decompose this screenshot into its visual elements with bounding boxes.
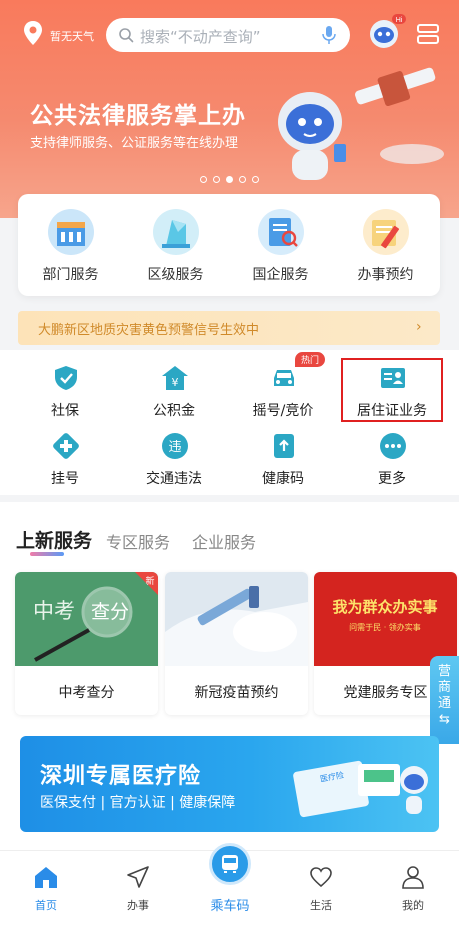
- lottery-bidding-button[interactable]: 摇号/竞价: [233, 364, 333, 428]
- social-security-button[interactable]: 社保: [15, 364, 115, 428]
- appointment-label: 办事预约: [357, 267, 414, 283]
- nav-mine-label: 我的: [402, 899, 424, 912]
- pencil-calendar-icon: [363, 209, 409, 255]
- exam-art-text-2: 查分: [91, 601, 129, 623]
- registration-label: 挂号: [51, 471, 79, 487]
- residence-permit-highlight: [341, 358, 443, 422]
- insurance-title: 深圳专属医疗险: [40, 764, 202, 789]
- shield-check-icon: [55, 366, 77, 390]
- medical-cross-icon: [53, 433, 79, 459]
- insurance-subtitle: 医保支付 | 官方认证 | 健康保障: [40, 795, 236, 811]
- car-icon: [274, 370, 294, 386]
- warning-alert-bar[interactable]: 大鹏新区地质灾害黄色预警信号生效中 ›: [18, 311, 440, 345]
- more-button[interactable]: 更多: [342, 432, 442, 496]
- exam-art-text-1: 中考: [33, 599, 75, 623]
- insurance-illustration: 医疗险: [293, 760, 428, 818]
- nav-affairs[interactable]: 办事: [92, 851, 184, 933]
- social-security-label: 社保: [51, 403, 79, 419]
- soe-service-label: 国企服务: [252, 267, 309, 283]
- dept-service-label: 部门服务: [42, 267, 99, 283]
- building-icon: [48, 209, 94, 255]
- robot-badge: Hi: [396, 17, 403, 24]
- more-icon: [380, 433, 406, 459]
- robot-assistant-icon[interactable]: Hi: [366, 12, 406, 52]
- housing-fund-button[interactable]: ¥ 公积金: [124, 364, 224, 428]
- traffic-violation-label: 交通违法: [146, 471, 202, 487]
- nav-life[interactable]: 生活: [275, 851, 367, 933]
- search-input[interactable]: 搜索“不动产查询”: [106, 18, 350, 52]
- registration-button[interactable]: 挂号: [15, 432, 115, 496]
- health-code-button[interactable]: 健康码: [233, 432, 333, 496]
- search-placeholder: 搜索“不动产查询”: [140, 28, 261, 46]
- traffic-violation-button[interactable]: 违 交通违法: [124, 432, 224, 496]
- banner-subtitle: 支持律师服务、公证服务等在线办理: [30, 136, 239, 151]
- carousel-dot[interactable]: [252, 176, 259, 183]
- lottery-bidding-label: 摇号/竞价: [252, 403, 314, 419]
- nav-home-label: 首页: [35, 899, 57, 912]
- crystal-building-icon: [153, 209, 199, 255]
- tab-new-services[interactable]: 上新服务: [16, 526, 92, 553]
- exam-score-label: 中考查分: [58, 685, 115, 701]
- carousel-dot-active[interactable]: [226, 176, 233, 183]
- user-icon: [402, 866, 424, 889]
- side-tab-line-3: 通: [437, 696, 451, 711]
- carousel-dot[interactable]: [200, 176, 207, 183]
- vaccine-image: [165, 572, 308, 666]
- district-service-button[interactable]: 区级服务: [123, 194, 228, 296]
- district-service-label: 区级服务: [147, 267, 204, 283]
- carousel-dot[interactable]: [213, 176, 220, 183]
- housing-fund-label: 公积金: [153, 403, 195, 419]
- heart-icon: [310, 867, 332, 888]
- vaccine-label: 新冠疫苗预约: [194, 685, 279, 701]
- chevron-right-icon: ›: [416, 319, 422, 335]
- nav-home[interactable]: 首页: [0, 851, 92, 933]
- more-label: 更多: [378, 471, 406, 487]
- new-badge: 新: [145, 575, 154, 587]
- hot-badge: 热门: [295, 352, 326, 367]
- microphone-icon[interactable]: [320, 25, 338, 45]
- carousel-dot[interactable]: [239, 176, 246, 183]
- search-icon: [119, 28, 134, 43]
- alert-text: 大鹏新区地质灾害黄色预警信号生效中: [38, 323, 260, 338]
- exam-score-card[interactable]: 中考 查分 新 中考查分: [15, 572, 158, 715]
- business-link-side-tab[interactable]: 营 商 通 ⇆: [430, 656, 459, 744]
- side-tab-line-2: 商: [437, 680, 451, 695]
- violation-glyph: 违: [168, 440, 181, 455]
- party-art-text-2: 问需于民 · 领办实事: [349, 622, 421, 632]
- tab-zone-services[interactable]: 专区服务: [106, 529, 170, 553]
- nav-affairs-label: 办事: [127, 899, 149, 912]
- send-icon: [127, 866, 149, 888]
- party-building-image: 我为群众办实事 问需于民 · 领办实事: [314, 572, 457, 666]
- bus-code-button[interactable]: [209, 843, 251, 885]
- exam-score-image: 中考 查分 新: [15, 572, 158, 666]
- appointment-button[interactable]: 办事预约: [333, 194, 438, 296]
- vaccine-card[interactable]: 新冠疫苗预约: [165, 572, 308, 715]
- medical-insurance-banner[interactable]: 深圳专属医疗险 医保支付 | 官方认证 | 健康保障 医疗险: [20, 736, 439, 832]
- bus-icon: [222, 855, 238, 873]
- dept-service-button[interactable]: 部门服务: [18, 194, 123, 296]
- svg-text:¥: ¥: [172, 376, 179, 389]
- house-yen-icon: ¥: [162, 366, 188, 390]
- health-code-icon: [274, 434, 294, 458]
- menu-icon[interactable]: [416, 22, 440, 46]
- nav-mine[interactable]: 我的: [367, 851, 459, 933]
- soe-service-button[interactable]: 国企服务: [228, 194, 333, 296]
- nav-bus-code-label[interactable]: 乘车码: [200, 895, 260, 914]
- tab-underline: [30, 552, 64, 556]
- search-document-icon: [258, 209, 304, 255]
- hero-banner[interactable]: 暂无天气 搜索“不动产查询” Hi 公共法律服务掌上办 支持律师服务、公证服务等…: [0, 0, 459, 218]
- swap-icon: ⇆: [439, 712, 450, 727]
- tab-enterprise-services[interactable]: 企业服务: [192, 529, 256, 553]
- health-code-label: 健康码: [262, 471, 304, 487]
- weather-text[interactable]: 暂无天气: [50, 28, 94, 44]
- side-tab-line-1: 营: [437, 664, 451, 679]
- party-art-text-1: 我为群众办实事: [332, 598, 437, 616]
- service-category-card: 部门服务 区级服务 国企服务 办事预约: [18, 194, 440, 296]
- home-icon: [35, 867, 57, 888]
- location-icon[interactable]: [22, 20, 44, 46]
- violation-icon: 违: [162, 433, 188, 459]
- carousel-indicator: [0, 176, 459, 186]
- banner-title: 公共法律服务掌上办: [30, 103, 246, 129]
- nav-life-label: 生活: [310, 899, 332, 912]
